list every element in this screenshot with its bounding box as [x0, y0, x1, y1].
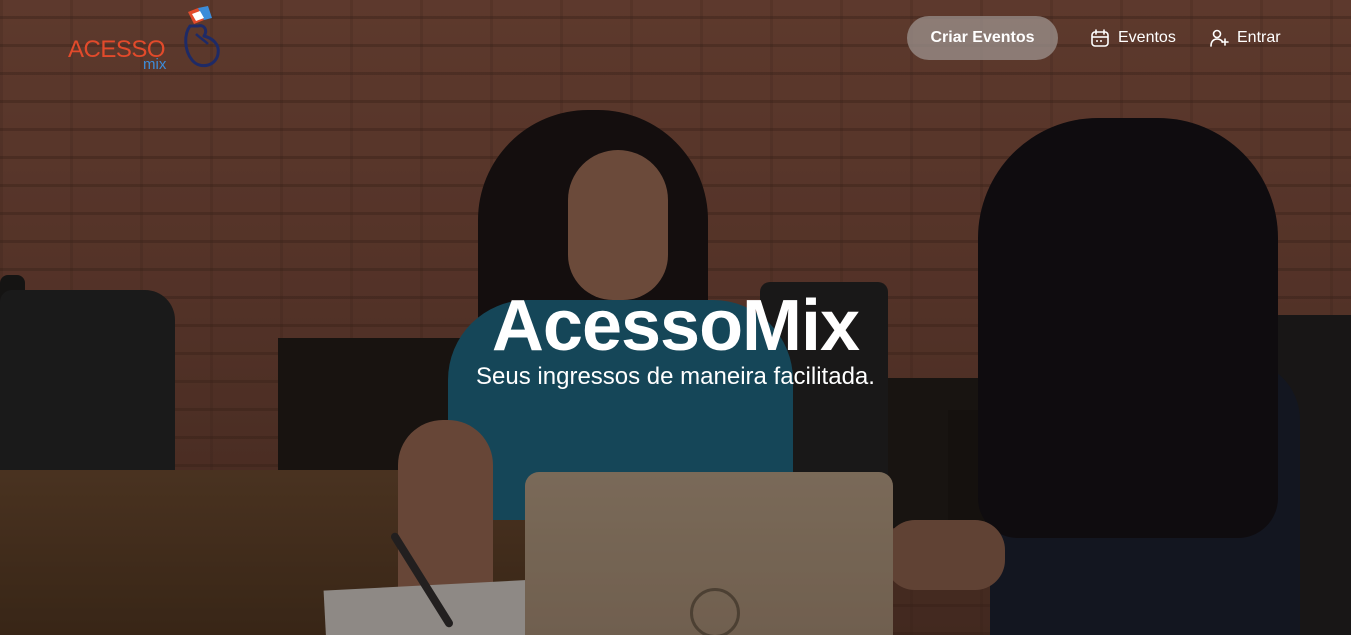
- nav-events-label: Eventos: [1118, 29, 1176, 46]
- hero-title: AcessoMix: [491, 286, 860, 367]
- nav-login-link[interactable]: Entrar: [1209, 26, 1281, 50]
- logo-secondary-text: mix: [143, 56, 167, 73]
- nav-login-label: Entrar: [1237, 29, 1281, 46]
- calendar-icon: [1091, 29, 1109, 47]
- create-events-button[interactable]: Criar Eventos: [907, 16, 1058, 60]
- hero-subtitle: Seus ingressos de maneira facilitada.: [476, 363, 875, 390]
- site-logo[interactable]: ACESSO mix: [66, 4, 226, 76]
- nav-events-link[interactable]: Eventos: [1090, 26, 1176, 50]
- site-header: ACESSO mix Criar Eventos Eventos Entrar: [0, 0, 1351, 80]
- hero-section: ACESSO mix Criar Eventos Eventos Entrar …: [0, 0, 1351, 635]
- heart-hand-icon: [184, 6, 220, 68]
- user-plus-icon: [1210, 29, 1229, 47]
